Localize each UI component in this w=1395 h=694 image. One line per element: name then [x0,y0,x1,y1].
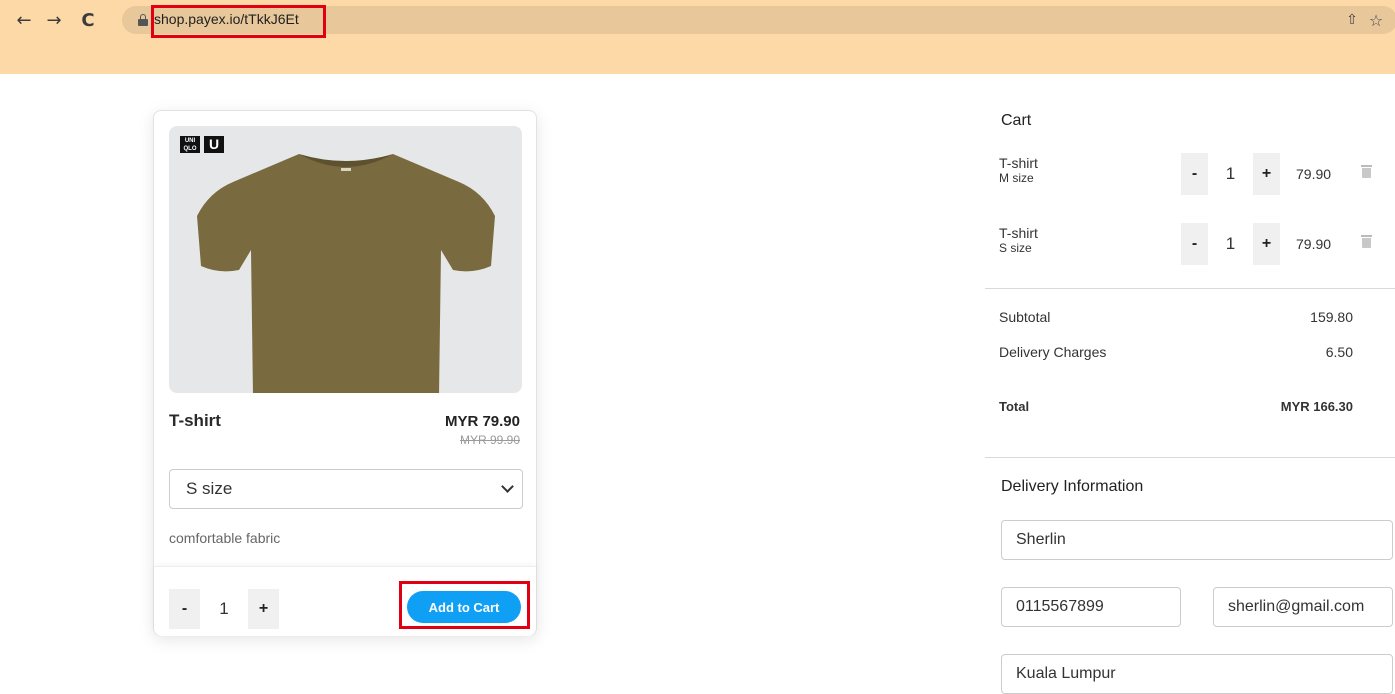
cart-divider [985,288,1395,289]
subtotal-row: Subtotal 159.80 [999,309,1353,325]
delivery-info-title: Delivery Information [1001,478,1144,495]
cart-item-amount: 79.90 [1296,166,1332,182]
cart-item-quantity[interactable]: 1 [1208,153,1253,195]
phone-field[interactable]: 0115567899 [1001,587,1181,627]
product-name: T-shirt [169,411,221,430]
total-value: MYR 166.30 [1280,399,1353,414]
city-field[interactable]: Kuala Lumpur [1001,654,1393,694]
cart-item-plus-button[interactable]: + [1253,223,1280,265]
cart-item-quantity-stepper: - 1 + [1181,153,1280,195]
cart-item-amount: 79.90 [1296,236,1332,252]
cart-item-minus-button[interactable]: - [1181,153,1208,195]
cart-item: T-shirt S size - 1 + 79.90 [985,223,1395,273]
email-field[interactable]: sherlin@gmail.com [1213,587,1393,627]
subtotal-label: Subtotal [999,309,1051,325]
section-divider [985,457,1395,458]
total-label: Total [999,399,1030,414]
delivery-charges-row: Delivery Charges 6.50 [999,344,1353,360]
cart-title: Cart [1001,112,1032,129]
trash-icon[interactable] [1361,235,1372,248]
lock-icon [138,14,148,26]
product-description: comfortable fabric [169,530,281,546]
quantity-stepper: - 1 + [169,589,279,629]
add-to-cart-highlight-box [399,581,530,629]
name-field[interactable]: Sherlin [1001,520,1393,560]
trash-icon[interactable] [1361,165,1372,178]
back-arrow-icon[interactable]: ← [12,6,36,34]
cart-item-quantity[interactable]: 1 [1208,223,1253,265]
total-row: Total MYR 166.30 [999,399,1353,414]
product-image: UNI QLO U [169,126,522,393]
quantity-plus-button[interactable]: + [248,589,279,629]
delivery-charges-label: Delivery Charges [999,344,1107,360]
size-select[interactable]: S size [169,469,523,509]
product-card: UNI QLO U T-shirt MYR 79.90 MYR 99.90 S … [153,110,537,636]
cart-item-name: T-shirt [999,155,1038,171]
cart-item-plus-button[interactable]: + [1253,153,1280,195]
cart-item-quantity-stepper: - 1 + [1181,223,1280,265]
subtotal-value: 159.80 [1310,309,1353,325]
cart-item-name: T-shirt [999,225,1038,241]
bookmark-star-icon[interactable]: ☆ [1366,11,1386,31]
chevron-down-icon [501,480,514,493]
quantity-minus-button[interactable]: - [169,589,200,629]
tshirt-image [197,154,495,393]
original-price: MYR 99.90 [459,433,520,447]
share-icon[interactable]: ⇧ [1343,12,1361,30]
selected-size: S size [186,479,233,498]
reload-icon[interactable]: C [76,6,100,34]
cart-item: T-shirt M size - 1 + 79.90 [985,153,1395,203]
quantity-input[interactable]: 1 [200,589,248,629]
delivery-charges-value: 6.50 [1325,344,1353,360]
cart-item-minus-button[interactable]: - [1181,223,1208,265]
cart-item-size: M size [999,171,1034,185]
cart-item-size: S size [999,241,1032,255]
forward-arrow-icon[interactable]: → [42,6,66,34]
product-price: MYR 79.90 [444,413,520,430]
url-highlight-box [151,5,326,38]
